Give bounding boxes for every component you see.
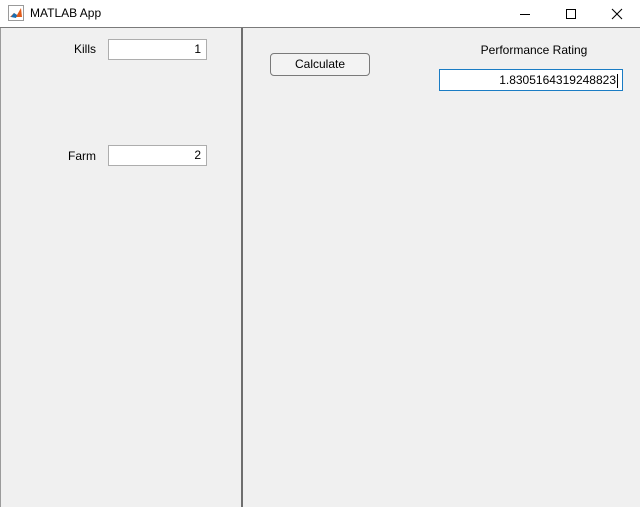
text-caret (617, 73, 618, 88)
window-title: MATLAB App (30, 6, 102, 20)
farm-label: Farm (68, 149, 96, 163)
maximize-icon (566, 8, 576, 19)
app-content: Kills 1 Farm 2 Calculate Performance Rat… (0, 28, 640, 507)
title-bar[interactable]: MATLAB App (0, 0, 640, 28)
close-icon (611, 8, 623, 19)
calculate-button[interactable]: Calculate (270, 53, 370, 76)
performance-rating-label: Performance Rating (480, 43, 588, 57)
kills-label: Kills (73, 42, 96, 56)
maximize-button[interactable] (548, 0, 594, 27)
kills-field[interactable]: 1 (108, 39, 207, 60)
minimize-icon (520, 13, 530, 15)
farm-field[interactable]: 2 (108, 145, 207, 166)
close-button[interactable] (594, 0, 640, 27)
matlab-icon (8, 5, 24, 21)
input-panel: Kills 1 Farm 2 (0, 28, 243, 507)
minimize-button[interactable] (502, 0, 548, 27)
performance-rating-value: 1.8305164319248823 (499, 73, 616, 87)
performance-rating-field[interactable]: 1.8305164319248823 (439, 69, 623, 91)
